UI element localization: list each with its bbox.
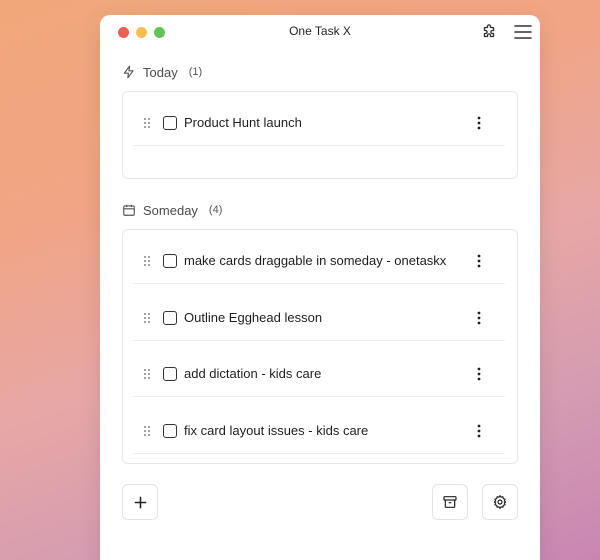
more-vertical-icon[interactable]	[471, 365, 487, 383]
settings-button[interactable]	[482, 484, 518, 520]
task-checkbox[interactable]	[163, 366, 177, 381]
app-window: One Task X Today (1) Product Hunt launch	[100, 15, 540, 560]
task-checkbox[interactable]	[163, 115, 177, 130]
task-checkbox[interactable]	[163, 310, 177, 325]
task-item[interactable]: Product Hunt launch	[133, 100, 505, 146]
title-bar: One Task X	[100, 15, 540, 49]
someday-count: (4)	[208, 204, 223, 216]
today-label: Today	[143, 64, 178, 80]
gear-icon	[493, 495, 507, 509]
task-label: add dictation - kids care	[184, 366, 322, 381]
more-vertical-icon[interactable]	[471, 309, 487, 327]
lightning-icon	[123, 65, 134, 79]
drag-handle-icon[interactable]	[143, 312, 155, 324]
more-vertical-icon[interactable]	[471, 252, 487, 270]
task-label: make cards draggable in someday - onetas…	[184, 253, 447, 268]
calendar-icon	[123, 204, 135, 216]
task-item[interactable]: fix card layout issues - kids care	[133, 408, 505, 454]
more-vertical-icon[interactable]	[471, 422, 487, 440]
more-vertical-icon[interactable]	[471, 114, 487, 132]
hamburger-menu-icon[interactable]	[514, 23, 532, 41]
task-item[interactable]: Outline Egghead lesson	[133, 295, 505, 341]
window-title: One Task X	[289, 24, 351, 38]
task-item[interactable]: add dictation - kids care	[133, 351, 505, 397]
today-section-header: Today (1)	[122, 63, 202, 81]
task-item[interactable]: make cards draggable in someday - onetas…	[133, 238, 505, 284]
puzzle-icon[interactable]	[480, 23, 498, 41]
drag-handle-icon[interactable]	[143, 255, 155, 267]
archive-icon	[443, 496, 457, 508]
task-checkbox[interactable]	[163, 423, 177, 438]
task-label: Product Hunt launch	[184, 115, 302, 130]
someday-section-header: Someday (4)	[122, 201, 222, 219]
archive-button[interactable]	[432, 484, 468, 520]
drag-handle-icon[interactable]	[143, 425, 155, 437]
someday-card: make cards draggable in someday - onetas…	[122, 229, 518, 464]
someday-label: Someday	[143, 202, 198, 218]
today-count: (1)	[188, 66, 203, 78]
task-checkbox[interactable]	[163, 253, 177, 268]
task-label: fix card layout issues - kids care	[184, 423, 369, 438]
task-label: Outline Egghead lesson	[184, 310, 323, 325]
add-task-button[interactable]	[122, 484, 158, 520]
plus-icon	[134, 496, 146, 508]
drag-handle-icon[interactable]	[143, 368, 155, 380]
drag-handle-icon[interactable]	[143, 117, 155, 129]
today-card: Product Hunt launch	[122, 91, 518, 179]
